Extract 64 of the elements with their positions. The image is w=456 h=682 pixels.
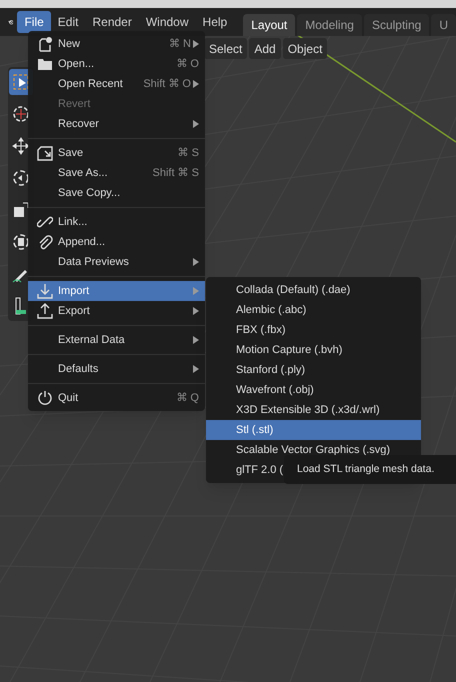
submenu-arrow-icon — [193, 258, 199, 266]
menu-entry[interactable]: Defaults — [28, 359, 205, 379]
export-icon — [37, 303, 53, 319]
submenu-arrow-icon — [193, 307, 199, 315]
header-menu-button[interactable]: Object — [282, 38, 328, 59]
workspace-tab[interactable]: U — [431, 14, 456, 36]
save-icon — [37, 145, 53, 161]
header-menu-button[interactable]: Select — [204, 38, 248, 59]
menu-item[interactable]: Help — [196, 11, 234, 33]
menu-entry[interactable]: Collada (Default) (.dae) — [206, 280, 421, 300]
menu-entry[interactable]: Wavefront (.obj) — [206, 380, 421, 400]
menu-entry[interactable]: External Data — [28, 330, 205, 350]
import-icon — [37, 283, 53, 299]
menu-entry[interactable]: Motion Capture (.bvh) — [206, 340, 421, 360]
shortcut-text: ⌘ N — [169, 36, 191, 52]
menu-entry[interactable]: Open Recent Shift ⌘ O — [28, 74, 205, 94]
move-icon — [11, 136, 31, 156]
workspace-tab[interactable]: Layout — [243, 14, 296, 36]
menu-entry[interactable]: Export — [28, 301, 205, 321]
scale-icon — [11, 200, 31, 220]
submenu-arrow-icon — [193, 40, 199, 48]
new-file-icon — [37, 36, 53, 52]
menu-entry[interactable]: Append... — [28, 232, 205, 252]
transform-icon — [11, 232, 31, 252]
menu-entry[interactable]: Link... — [28, 212, 205, 232]
menu-entry[interactable]: Open... ⌘ O — [28, 54, 205, 74]
workspace-tab[interactable]: Modeling — [297, 14, 362, 36]
menu-item[interactable]: Edit — [50, 11, 86, 33]
shortcut-text: ⌘ O — [176, 56, 199, 72]
menu-entry[interactable]: FBX (.fbx) — [206, 320, 421, 340]
menu-entry[interactable]: New ⌘ N — [28, 34, 205, 54]
menu-entry[interactable]: Data Previews — [28, 252, 205, 272]
menu-entry[interactable]: Recover — [28, 114, 205, 134]
submenu-arrow-icon — [193, 365, 199, 373]
menu-item[interactable]: Window — [138, 11, 196, 33]
power-icon — [37, 390, 53, 406]
link-icon — [37, 214, 53, 230]
menu-entry[interactable]: Import — [28, 281, 205, 301]
menu-item[interactable]: File — [17, 11, 51, 33]
select-box-icon — [11, 72, 31, 92]
menu-entry[interactable]: Save Copy... — [28, 183, 205, 203]
menu-entry[interactable]: Quit ⌘ Q — [28, 388, 205, 408]
shortcut-text: ⌘ S — [178, 146, 199, 161]
submenu-arrow-icon — [193, 336, 199, 344]
workspace-tab[interactable]: Sculpting — [364, 14, 430, 36]
cursor-icon — [11, 104, 31, 124]
submenu-arrow-icon — [193, 80, 199, 88]
menu-entry[interactable]: Save As... Shift ⌘ S — [28, 163, 205, 183]
menu-entry[interactable]: X3D Extensible 3D (.x3d/.wrl) — [206, 400, 421, 420]
menu-entry[interactable]: Alembic (.abc) — [206, 300, 421, 320]
paperclip-icon — [37, 234, 53, 250]
menu-entry[interactable]: Stanford (.ply) — [206, 360, 421, 380]
menu-entry[interactable]: Save ⌘ S — [28, 143, 205, 163]
shortcut-text: ⌘ Q — [176, 390, 199, 406]
header-menu-button[interactable]: Add — [249, 38, 281, 59]
shortcut-text: Shift ⌘ S — [152, 166, 199, 181]
shortcut-text: Shift ⌘ O — [143, 76, 191, 92]
tooltip: Load STL triangle mesh data. — [284, 455, 456, 484]
submenu-arrow-icon — [193, 120, 199, 128]
menu-item[interactable]: Render — [85, 11, 139, 33]
folder-icon — [37, 56, 53, 72]
rotate-icon — [11, 168, 31, 188]
menu-entry[interactable]: Stl (.stl) — [206, 420, 421, 440]
submenu-arrow-icon — [193, 287, 199, 295]
